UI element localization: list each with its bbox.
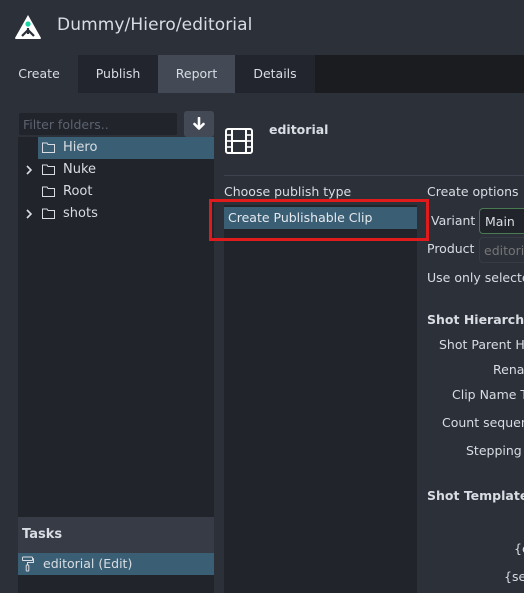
folder-tree: Hiero Nuke Root shots xyxy=(18,137,214,517)
tab-report[interactable]: Report xyxy=(158,55,235,93)
title-bar: Dummy/Hiero/editorial xyxy=(0,0,524,55)
ayon-logo-icon xyxy=(15,15,41,39)
arrow-down-icon xyxy=(193,117,205,130)
folder-item-root[interactable]: Root xyxy=(18,181,214,203)
tab-publish[interactable]: Publish xyxy=(78,55,158,93)
folder-label: Root xyxy=(63,184,93,199)
chevron-right-icon[interactable] xyxy=(24,163,34,177)
publish-type-item[interactable]: Create Publishable Clip xyxy=(224,207,417,229)
task-label: editorial (Edit) xyxy=(43,556,133,571)
task-list xyxy=(18,575,214,593)
task-item-editorial[interactable]: editorial (Edit) xyxy=(18,553,214,575)
tasks-title: Tasks xyxy=(22,527,63,542)
folder-icon xyxy=(42,164,55,175)
paint-roller-icon xyxy=(22,556,34,572)
tab-details[interactable]: Details xyxy=(235,55,315,93)
folder-item-nuke[interactable]: Nuke xyxy=(18,159,214,181)
folder-icon xyxy=(42,208,55,219)
window-title: Dummy/Hiero/editorial xyxy=(57,15,253,35)
folder-label: shots xyxy=(63,206,98,221)
publish-type-label: Create Publishable Clip xyxy=(228,210,373,225)
film-icon xyxy=(225,128,253,154)
tab-create[interactable]: Create xyxy=(0,55,78,93)
tab-bar: Create Publish Report Details xyxy=(0,55,524,93)
folder-icon xyxy=(42,186,55,197)
context-title: editorial xyxy=(269,122,329,137)
folders-action-button[interactable] xyxy=(184,111,214,137)
chevron-right-icon[interactable] xyxy=(24,207,34,221)
product-input[interactable] xyxy=(479,237,524,263)
folder-item-hiero[interactable]: Hiero xyxy=(18,137,214,159)
publish-type-list: Create Publishable Clip xyxy=(224,205,417,593)
choose-publish-type-label: Choose publish type xyxy=(224,184,352,199)
folder-label: Nuke xyxy=(63,162,97,177)
folder-item-shots[interactable]: shots xyxy=(18,203,214,225)
folder-label: Hiero xyxy=(63,140,98,155)
folder-icon xyxy=(42,142,55,153)
tasks-header: Tasks xyxy=(18,517,214,553)
variant-input[interactable] xyxy=(479,208,524,234)
filter-folders-input[interactable] xyxy=(18,112,178,136)
